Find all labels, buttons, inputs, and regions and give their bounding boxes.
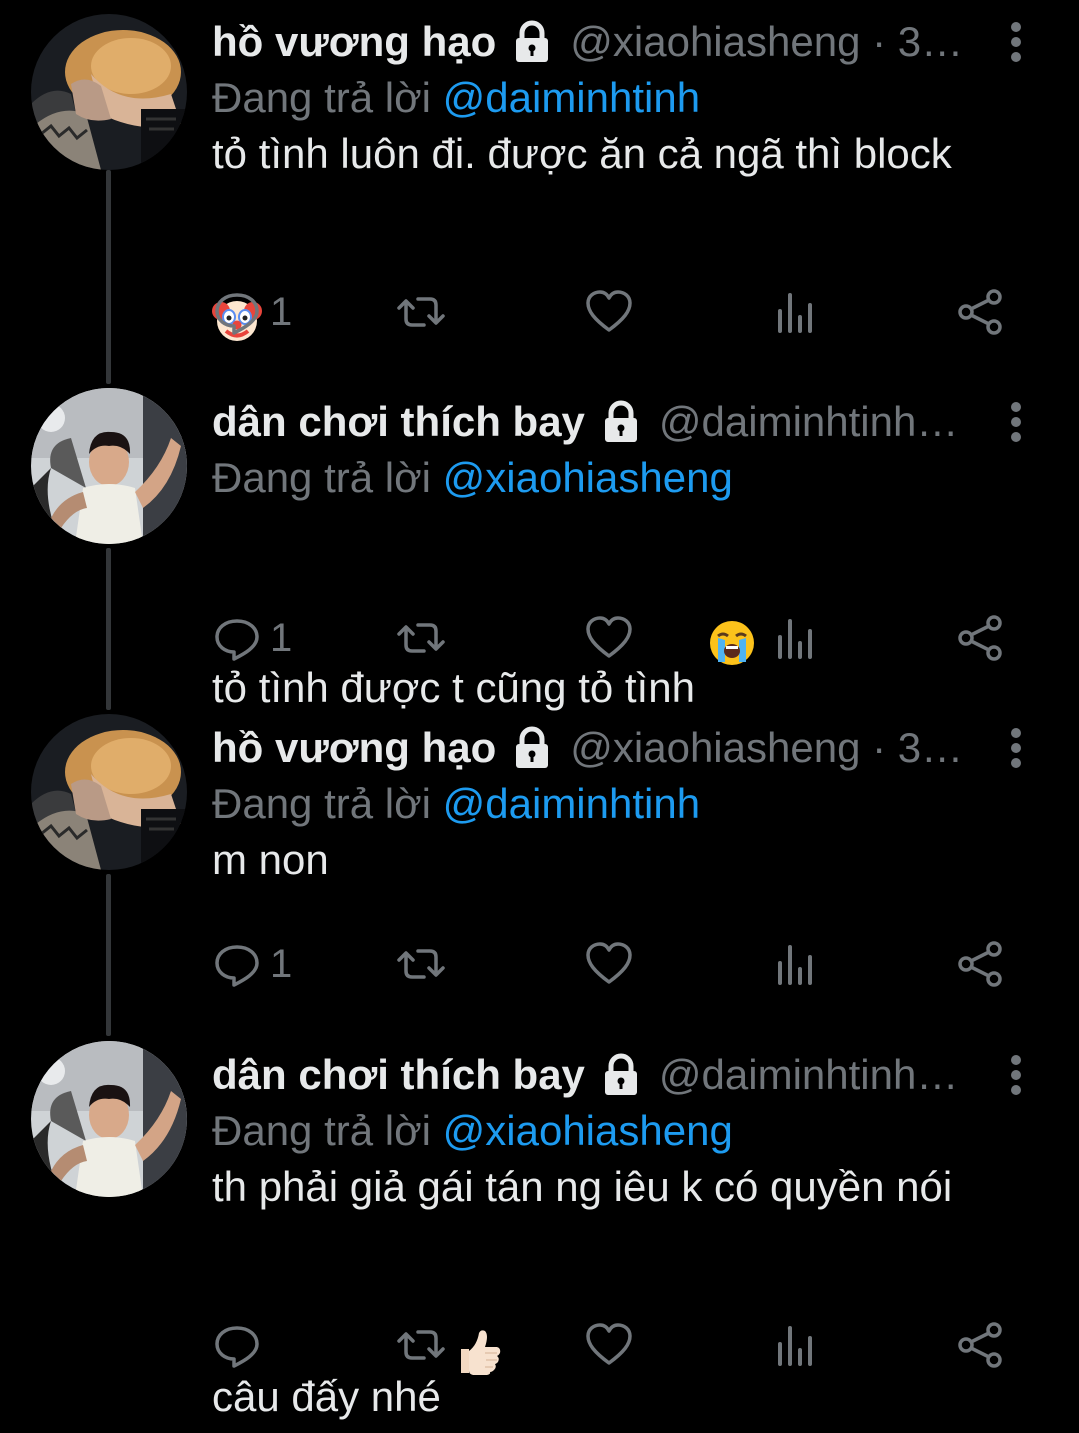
lock-icon <box>597 398 645 446</box>
like-button[interactable] <box>584 610 634 666</box>
tweet[interactable]: hồ vương hạo @xiaohiasheng · 3… Đang trả… <box>0 714 1079 1000</box>
author-handle[interactable]: @xiaohiasheng · 3… <box>570 14 987 70</box>
share-icon <box>956 287 1006 337</box>
avatar-photo-blond <box>31 14 187 170</box>
clown-face-emoji <box>212 182 262 341</box>
views-button[interactable] <box>770 610 820 666</box>
share-button[interactable] <box>956 936 1006 992</box>
reply-count: 1 <box>270 942 293 986</box>
reply-button[interactable] <box>212 1317 270 1373</box>
reply-icon <box>212 1320 262 1370</box>
replying-to-label: Đang trả lời <box>212 1107 431 1154</box>
share-button[interactable] <box>956 1317 1006 1373</box>
avatar[interactable] <box>31 14 187 170</box>
reply-icon <box>212 939 262 989</box>
avatar-photo-blond <box>31 714 187 870</box>
more-vertical-icon[interactable] <box>995 14 1037 70</box>
views-icon <box>770 1320 820 1370</box>
tweet-text: m non <box>212 832 1052 888</box>
tweet[interactable]: hồ vương hạo @xiaohiasheng · 3… Đang trả… <box>0 14 1079 344</box>
avatar[interactable] <box>31 388 187 544</box>
retweet-button[interactable] <box>396 936 446 992</box>
mention-link[interactable]: @daiminhtinh <box>443 74 700 121</box>
replying-to-label: Đang trả lời <box>212 454 431 501</box>
tweet-text-content: th phải giả gái tán ng iêu k có quyền nó… <box>212 1163 964 1420</box>
reply-icon <box>212 287 262 337</box>
reply-icon <box>212 613 262 663</box>
mention-link[interactable]: @xiaohiasheng <box>443 1107 733 1154</box>
avatar[interactable] <box>31 714 187 870</box>
views-icon <box>770 939 820 989</box>
tweet[interactable]: dân chơi thích bay @daiminhtinh… Đang tr… <box>0 1041 1079 1420</box>
author-name[interactable]: hồ vương hạo <box>212 14 496 70</box>
share-button[interactable] <box>956 284 1006 340</box>
tweet-text: tỏ tình luôn đi. được ăn cả ngã thì bloc… <box>212 126 1052 392</box>
lock-icon <box>597 1051 645 1099</box>
share-icon <box>956 939 1006 989</box>
author-name[interactable]: hồ vương hạo <box>212 720 496 776</box>
tweet-text-content: tỏ tình được t cũng tỏ tình <box>212 664 695 711</box>
replying-to: Đang trả lời @daiminhtinh <box>212 776 700 832</box>
views-icon <box>770 287 820 337</box>
share-button[interactable] <box>956 610 1006 666</box>
reply-button[interactable]: 1 <box>212 610 292 666</box>
author-name[interactable]: dân chơi thích bay <box>212 394 585 450</box>
avatar[interactable] <box>31 1041 187 1197</box>
share-icon <box>956 613 1006 663</box>
views-button[interactable] <box>770 284 820 340</box>
retweet-button[interactable] <box>396 284 446 340</box>
author-handle[interactable]: @daiminhtinh… <box>659 1047 987 1103</box>
retweet-icon <box>396 1320 446 1370</box>
more-vertical-icon[interactable] <box>995 1047 1037 1103</box>
retweet-icon <box>396 939 446 989</box>
author-handle[interactable]: @daiminhtinh… <box>659 394 987 450</box>
reply-button[interactable]: 1 <box>212 936 292 992</box>
like-button[interactable] <box>584 936 634 992</box>
share-icon <box>956 1320 1006 1370</box>
reply-count: 1 <box>270 290 293 334</box>
retweet-icon <box>396 613 446 663</box>
retweet-icon <box>396 287 446 337</box>
tweet[interactable]: dân chơi thích bay @daiminhtinh… Đang tr… <box>0 388 1079 711</box>
replying-to: Đang trả lời @xiaohiasheng <box>212 1103 733 1159</box>
thumbs-up-emoji <box>453 1215 503 1375</box>
avatar-photo-club <box>31 388 187 544</box>
heart-icon <box>584 1320 634 1370</box>
author-handle[interactable]: @xiaohiasheng · 3… <box>570 720 987 776</box>
replying-to: Đang trả lời @daiminhtinh <box>212 70 700 126</box>
loudly-crying-face-emoji <box>707 506 757 665</box>
retweet-button[interactable] <box>396 610 446 666</box>
more-vertical-icon[interactable] <box>995 394 1037 450</box>
replying-to: Đang trả lời @xiaohiasheng <box>212 450 733 506</box>
more-vertical-icon[interactable] <box>995 720 1037 776</box>
mention-link[interactable]: @xiaohiasheng <box>443 454 733 501</box>
views-button[interactable] <box>770 936 820 992</box>
like-button[interactable] <box>584 1317 634 1373</box>
tweet-text-content: tỏ tình luôn đi. được ăn cả ngã thì bloc… <box>212 130 952 177</box>
replying-to-label: Đang trả lời <box>212 74 431 121</box>
tweet-text-content: m non <box>212 836 329 883</box>
avatar-photo-club <box>31 1041 187 1197</box>
views-button[interactable] <box>770 1317 820 1373</box>
reply-count: 1 <box>270 616 293 660</box>
heart-icon <box>584 287 634 337</box>
mention-link[interactable]: @daiminhtinh <box>443 780 700 827</box>
lock-icon <box>508 18 556 66</box>
heart-icon <box>584 939 634 989</box>
retweet-button[interactable] <box>396 1317 446 1373</box>
tweet-text: th phải giả gái tán ng iêu k có quyền nó… <box>212 1159 1027 1425</box>
replying-to-label: Đang trả lời <box>212 780 431 827</box>
lock-icon <box>508 724 556 772</box>
reply-button[interactable]: 1 <box>212 284 292 340</box>
heart-icon <box>584 613 634 663</box>
like-button[interactable] <box>584 284 634 340</box>
views-icon <box>770 613 820 663</box>
author-name[interactable]: dân chơi thích bay <box>212 1047 585 1103</box>
